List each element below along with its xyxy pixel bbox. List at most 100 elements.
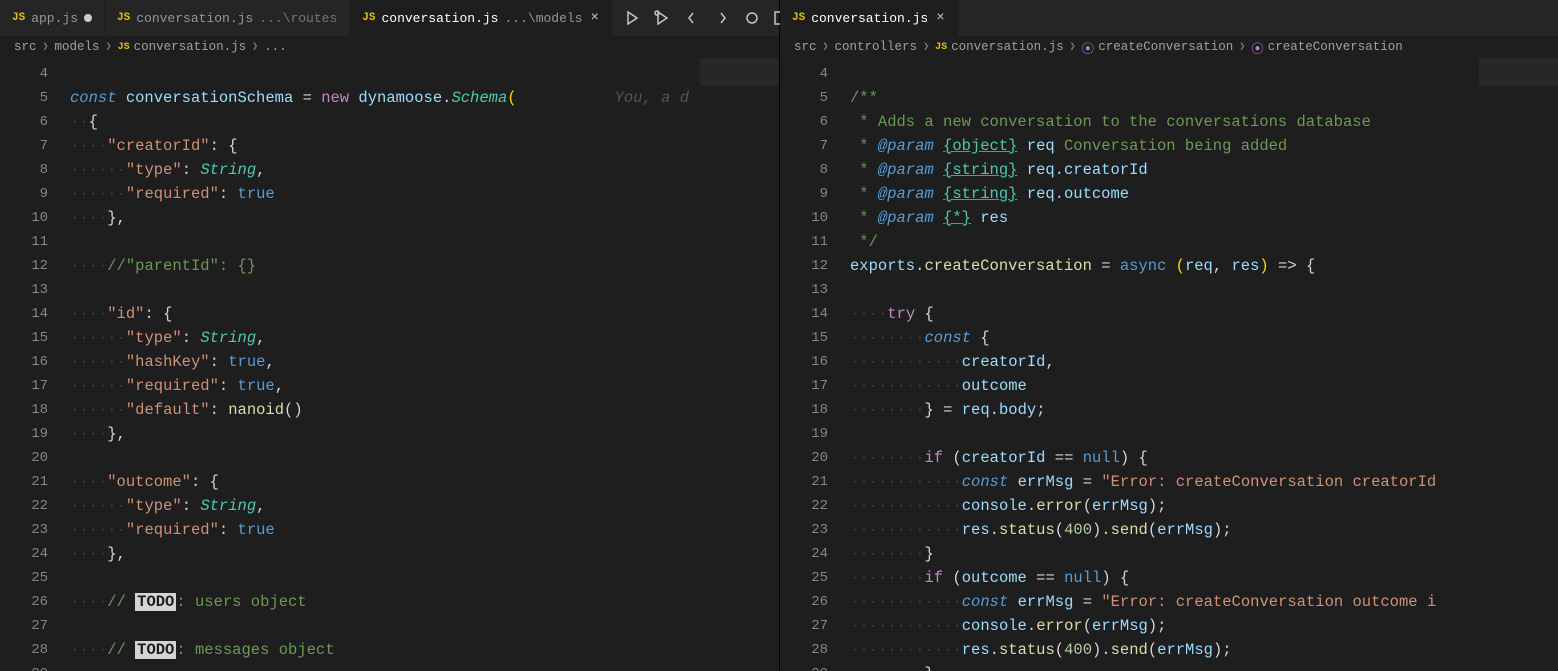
chevron-right-icon: ❯ xyxy=(252,41,258,53)
code-line[interactable]: ····//"parentId": {} xyxy=(70,254,779,278)
crumb-fn1[interactable]: ⦿createConversation xyxy=(1082,38,1234,57)
crumb-fn2[interactable]: ⦿createConversation xyxy=(1251,38,1403,57)
code-line[interactable]: ············console.error(errMsg); xyxy=(850,494,1558,518)
code-line[interactable]: ············const errMsg = "Error: creat… xyxy=(850,470,1558,494)
code-line[interactable]: /** xyxy=(850,86,1558,110)
close-icon[interactable]: × xyxy=(934,10,944,26)
code-line[interactable]: * @param {*} res xyxy=(850,206,1558,230)
crumb-file[interactable]: JSconversation.js xyxy=(118,40,247,54)
code-line[interactable]: ····}, xyxy=(70,422,779,446)
tab-bar-right: JS conversation.js × xyxy=(780,0,1558,36)
crumb-src[interactable]: src xyxy=(794,40,817,54)
crumb-models[interactable]: models xyxy=(55,40,100,54)
code-line[interactable]: ····}, xyxy=(70,542,779,566)
minimap[interactable] xyxy=(1478,58,1558,671)
code-line[interactable]: ········const { xyxy=(850,326,1558,350)
tab-conversation-models[interactable]: JS conversation.js ...\models × xyxy=(350,0,612,36)
tab-bar-left: JS app.js JS conversation.js ...\routes … xyxy=(0,0,779,36)
editor-pane-left: JS app.js JS conversation.js ...\routes … xyxy=(0,0,780,671)
code-line[interactable] xyxy=(850,62,1558,86)
code-line[interactable] xyxy=(70,278,779,302)
code-line[interactable] xyxy=(70,446,779,470)
code-line[interactable] xyxy=(70,662,779,671)
code-line[interactable]: ············console.error(errMsg); xyxy=(850,614,1558,638)
tab-label: conversation.js xyxy=(136,11,253,26)
code-line[interactable]: const conversationSchema = new dynamoose… xyxy=(70,86,779,110)
close-icon[interactable]: × xyxy=(589,10,599,26)
code-line[interactable]: ····"id": { xyxy=(70,302,779,326)
code-line[interactable]: ········} = req.body; xyxy=(850,398,1558,422)
function-icon: ⦿ xyxy=(1251,38,1264,57)
code-line[interactable]: ··{ xyxy=(70,110,779,134)
js-icon: JS xyxy=(792,12,805,24)
tab-hint: ...\models xyxy=(505,11,583,26)
tab-appjs[interactable]: JS app.js xyxy=(0,0,105,36)
chevron-right-icon: ❯ xyxy=(1239,41,1245,53)
minimap[interactable] xyxy=(699,58,779,671)
code-line[interactable] xyxy=(70,230,779,254)
code-line[interactable]: ········} xyxy=(850,542,1558,566)
code-line[interactable]: ············creatorId, xyxy=(850,350,1558,374)
code-line[interactable]: ····"outcome": { xyxy=(70,470,779,494)
code-line[interactable] xyxy=(850,422,1558,446)
code-line[interactable]: ········if (creatorId == null) { xyxy=(850,446,1558,470)
code-editor-left[interactable]: 4567891011121314151617181920212223242526… xyxy=(0,58,779,671)
go-forward-icon[interactable] xyxy=(714,10,730,26)
function-icon: ⦿ xyxy=(1082,38,1095,57)
chevron-right-icon: ❯ xyxy=(923,41,929,53)
code-line[interactable]: ············const errMsg = "Error: creat… xyxy=(850,590,1558,614)
code-line[interactable] xyxy=(70,566,779,590)
code-line[interactable] xyxy=(850,278,1558,302)
go-back-icon[interactable] xyxy=(684,10,700,26)
js-icon: JS xyxy=(12,12,25,24)
code-line[interactable]: ············res.status(400).send(errMsg)… xyxy=(850,638,1558,662)
crumb-controllers[interactable]: controllers xyxy=(835,40,918,54)
crumb-file[interactable]: JSconversation.js xyxy=(935,40,1064,54)
code-line[interactable]: ········if (outcome == null) { xyxy=(850,566,1558,590)
code-line[interactable] xyxy=(70,62,779,86)
code-area[interactable]: const conversationSchema = new dynamoose… xyxy=(70,58,779,671)
code-area[interactable]: /** * Adds a new conversation to the con… xyxy=(850,58,1558,671)
crumb-symbol[interactable]: ... xyxy=(264,40,287,54)
code-line[interactable]: ······"default": nanoid() xyxy=(70,398,779,422)
code-line[interactable]: ····// TODO: messages object xyxy=(70,638,779,662)
debug-icon[interactable] xyxy=(654,10,670,26)
crumb-src[interactable]: src xyxy=(14,40,37,54)
tab-conversation-controllers[interactable]: JS conversation.js × xyxy=(780,0,958,36)
chevron-right-icon: ❯ xyxy=(1070,41,1076,53)
code-line[interactable] xyxy=(70,614,779,638)
code-line[interactable]: * @param {string} req.outcome xyxy=(850,182,1558,206)
code-line[interactable]: ····try { xyxy=(850,302,1558,326)
code-line[interactable]: ····"creatorId": { xyxy=(70,134,779,158)
code-line[interactable]: ············outcome xyxy=(850,374,1558,398)
code-line[interactable]: ······"type": String, xyxy=(70,494,779,518)
editor-pane-right: JS conversation.js × src ❯ controllers ❯… xyxy=(780,0,1558,671)
chevron-right-icon: ❯ xyxy=(43,41,49,53)
js-icon: JS xyxy=(362,12,375,24)
code-editor-right[interactable]: 4567891011121314151617181920212223242526… xyxy=(780,58,1558,671)
code-line[interactable]: ····// TODO: users object xyxy=(70,590,779,614)
code-line[interactable]: ········} xyxy=(850,662,1558,671)
code-line[interactable]: ······"type": String, xyxy=(70,158,779,182)
code-line[interactable]: ······"required": true xyxy=(70,182,779,206)
code-line[interactable]: ············res.status(400).send(errMsg)… xyxy=(850,518,1558,542)
code-line[interactable]: ······"required": true, xyxy=(70,374,779,398)
tab-hint: ...\routes xyxy=(259,11,337,26)
chevron-right-icon: ❯ xyxy=(106,41,112,53)
compare-icon[interactable] xyxy=(744,10,760,26)
code-line[interactable]: * @param {string} req.creatorId xyxy=(850,158,1558,182)
breadcrumb-right[interactable]: src ❯ controllers ❯ JSconversation.js ❯ … xyxy=(780,36,1558,58)
code-line[interactable]: ····}, xyxy=(70,206,779,230)
run-icon[interactable] xyxy=(624,10,640,26)
breadcrumb-left[interactable]: src ❯ models ❯ JSconversation.js ❯ ... xyxy=(0,36,779,58)
tab-label: conversation.js xyxy=(381,11,498,26)
js-icon: JS xyxy=(117,12,130,24)
code-line[interactable]: */ xyxy=(850,230,1558,254)
code-line[interactable]: * Adds a new conversation to the convers… xyxy=(850,110,1558,134)
code-line[interactable]: exports.createConversation = async (req,… xyxy=(850,254,1558,278)
code-line[interactable]: * @param {object} req Conversation being… xyxy=(850,134,1558,158)
code-line[interactable]: ······"type": String, xyxy=(70,326,779,350)
code-line[interactable]: ······"required": true xyxy=(70,518,779,542)
code-line[interactable]: ······"hashKey": true, xyxy=(70,350,779,374)
tab-conversation-routes[interactable]: JS conversation.js ...\routes xyxy=(105,0,350,36)
